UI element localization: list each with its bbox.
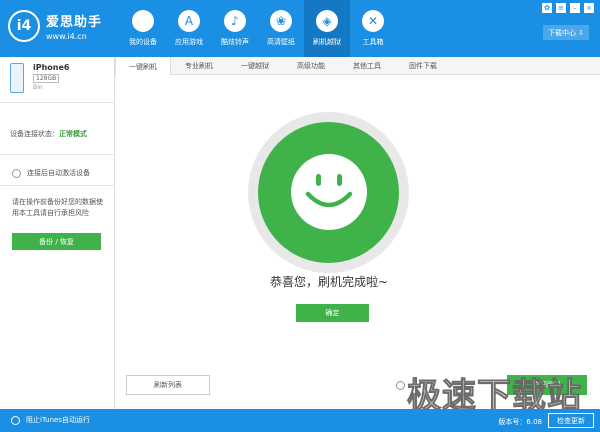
tab-one-click-flash[interactable]: 一键刷机 <box>115 57 171 76</box>
window-controls: ✿ ≡ – × <box>542 3 594 13</box>
app-url: www.i4.cn <box>46 32 87 41</box>
nav-label: 高清壁纸 <box>267 38 295 46</box>
phone-icon <box>10 63 24 93</box>
version-label: 版本号：6.08 <box>498 418 542 426</box>
device-card: iPhone6 128GB Bin <box>10 63 69 93</box>
main-nav: 我的设备 A 应用游戏 ♪ 酷炫铃声 ❀ 高清壁纸 ◈ 刷机越狱 ✕ 工具箱 <box>120 0 396 57</box>
block-itunes-label: 阻止iTunes自动运行 <box>26 416 90 424</box>
nav-toolbox[interactable]: ✕ 工具箱 <box>350 0 396 57</box>
status-bar: 阻止iTunes自动运行 版本号：6.08 检查更新 <box>0 409 600 432</box>
nav-label: 工具箱 <box>362 38 384 46</box>
tab-bar: 一键刷机 专业刷机 一键越狱 高级功能 其他工具 固件下载 <box>115 57 600 76</box>
connection-label: 设备连接状态： <box>10 130 59 138</box>
smiley-face-icon <box>291 154 367 230</box>
tools-icon: ✕ <box>362 10 384 32</box>
connection-status: 设备连接状态：正常模式 <box>10 129 87 139</box>
app-store-icon: A <box>178 10 200 32</box>
download-icon: ⇩ <box>578 28 584 37</box>
block-itunes-radio[interactable] <box>11 415 20 425</box>
auto-activate-radio[interactable] <box>12 168 21 178</box>
nav-label: 酷炫铃声 <box>221 38 249 46</box>
nav-label: 我的设备 <box>129 38 157 46</box>
minimize-icon[interactable]: – <box>570 3 580 13</box>
app-name: 爱思助手 <box>46 15 103 30</box>
check-update-button[interactable]: 检查更新 <box>548 413 594 428</box>
close-icon[interactable]: × <box>584 3 594 13</box>
skin-icon[interactable]: ✿ <box>542 3 552 13</box>
confirm-button[interactable]: 确定 <box>296 304 369 322</box>
device-capacity: 128GB <box>33 74 60 83</box>
nav-apps-games[interactable]: A 应用游戏 <box>166 0 212 57</box>
device-name: iPhone6 <box>33 63 70 72</box>
tab-one-click-jailbreak[interactable]: 一键越狱 <box>227 57 283 75</box>
backup-restore-button[interactable]: 备份 / 恢复 <box>12 233 101 250</box>
auto-activate-label: 连接后自动激活设备 <box>27 169 90 177</box>
nav-ringtones[interactable]: ♪ 酷炫铃声 <box>212 0 258 57</box>
menu-icon[interactable]: ≡ <box>556 3 566 13</box>
nav-my-device[interactable]: 我的设备 <box>120 0 166 57</box>
download-center-label: 下载中心 <box>548 28 577 37</box>
divider <box>0 154 115 155</box>
divider <box>0 185 115 186</box>
app-logo: i4 爱思助手 www.i4.cn <box>8 10 102 42</box>
connection-value: 正常模式 <box>59 130 87 138</box>
block-itunes-option[interactable]: 阻止iTunes自动运行 <box>11 415 90 425</box>
nav-label: 刷机越狱 <box>313 38 341 46</box>
apple-icon <box>132 10 154 32</box>
main-panel: 恭喜您，刷机完成啦~ 确定 刷新列表 立即刷机 <box>115 75 600 409</box>
download-center-button[interactable]: 下载中心 ⇩ <box>543 25 589 40</box>
sidebar: iPhone6 128GB Bin 设备连接状态：正常模式 连接后自动激活设备 … <box>0 57 115 409</box>
bell-icon: ♪ <box>224 10 246 32</box>
keep-data-radio[interactable] <box>396 381 405 390</box>
auto-activate-option[interactable]: 连接后自动激活设备 <box>12 168 90 178</box>
nav-flash-jailbreak[interactable]: ◈ 刷机越狱 <box>304 0 350 57</box>
divider <box>0 102 115 103</box>
nav-wallpapers[interactable]: ❀ 高清壁纸 <box>258 0 304 57</box>
device-color: Bin <box>33 84 43 91</box>
dropbox-icon: ◈ <box>316 10 338 32</box>
flash-complete-message: 恭喜您，刷机完成啦~ <box>269 275 389 289</box>
tab-other-tools[interactable]: 其他工具 <box>339 57 395 75</box>
tab-firmware-download[interactable]: 固件下载 <box>395 57 451 75</box>
logo-badge: i4 <box>8 10 40 42</box>
app-header: i4 爱思助手 www.i4.cn 我的设备 A 应用游戏 ♪ 酷炫铃声 ❀ 高… <box>0 0 600 57</box>
wallpaper-icon: ❀ <box>270 10 292 32</box>
tab-advanced[interactable]: 高级功能 <box>283 57 339 75</box>
refresh-list-button[interactable]: 刷新列表 <box>126 375 210 395</box>
tab-pro-flash[interactable]: 专业刷机 <box>171 57 227 75</box>
backup-warning: 请在操作前备份好您的数据使用本工具请自行承担风险 <box>12 198 103 217</box>
nav-label: 应用游戏 <box>175 38 203 46</box>
